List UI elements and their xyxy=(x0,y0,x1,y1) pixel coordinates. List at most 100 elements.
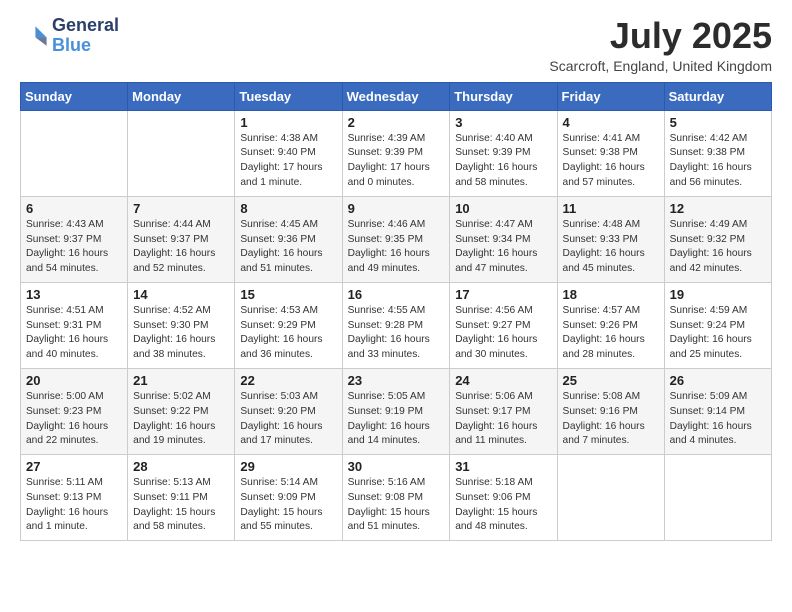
day-content: Sunrise: 5:18 AM Sunset: 9:06 PM Dayligh… xyxy=(455,476,551,535)
day-content: Sunrise: 5:08 AM Sunset: 9:16 PM Dayligh… xyxy=(563,390,659,449)
day-number: 3 xyxy=(455,115,551,130)
day-content: Sunrise: 4:38 AM Sunset: 9:40 PM Dayligh… xyxy=(240,132,336,191)
calendar-cell: 2 Sunrise: 4:39 AM Sunset: 9:39 PM Daylig… xyxy=(342,110,450,196)
calendar-cell: 5Sunrise: 4:42 AM Sunset: 9:38 PM Daylig… xyxy=(664,110,771,196)
calendar-cell: 4Sunrise: 4:41 AM Sunset: 9:38 PM Daylig… xyxy=(557,110,664,196)
day-number: 2 xyxy=(348,115,445,130)
calendar-cell: 26 Sunrise: 5:09 AM Sunset: 9:14 PM Dayli… xyxy=(664,368,771,454)
calendar-cell xyxy=(664,455,771,541)
calendar-cell: 24 Sunrise: 5:06 AM Sunset: 9:17 PM Dayli… xyxy=(450,368,557,454)
calendar-cell: 9Sunrise: 4:46 AM Sunset: 9:35 PM Daylig… xyxy=(342,196,450,282)
calendar-cell: 18Sunrise: 4:57 AM Sunset: 9:26 PM Dayli… xyxy=(557,282,664,368)
day-content: Sunrise: 4:44 AM Sunset: 9:37 PM Dayligh… xyxy=(133,218,229,277)
day-number: 8 xyxy=(240,201,336,216)
day-content: Sunrise: 4:56 AM Sunset: 9:27 PM Dayligh… xyxy=(455,304,551,363)
calendar-cell xyxy=(557,455,664,541)
calendar-cell: 28 Sunrise: 5:13 AM Sunset: 9:11 PM Dayli… xyxy=(128,455,235,541)
day-number: 15 xyxy=(240,287,336,302)
location: Scarcroft, England, United Kingdom xyxy=(549,58,772,74)
day-number: 9 xyxy=(348,201,445,216)
calendar-cell: 27Sunrise: 5:11 AM Sunset: 9:13 PM Dayli… xyxy=(21,455,128,541)
day-number: 18 xyxy=(563,287,659,302)
day-number: 11 xyxy=(563,201,659,216)
day-content: Sunrise: 4:48 AM Sunset: 9:33 PM Dayligh… xyxy=(563,218,659,277)
day-content: Sunrise: 5:00 AM Sunset: 9:23 PM Dayligh… xyxy=(26,390,122,449)
day-content: Sunrise: 4:39 AM Sunset: 9:39 PM Dayligh… xyxy=(348,132,445,191)
day-number: 22 xyxy=(240,373,336,388)
month-title: July 2025 xyxy=(549,16,772,56)
day-content: Sunrise: 4:45 AM Sunset: 9:36 PM Dayligh… xyxy=(240,218,336,277)
calendar-cell: 15 Sunrise: 4:53 AM Sunset: 9:29 PM Dayli… xyxy=(235,282,342,368)
day-content: Sunrise: 4:41 AM Sunset: 9:38 PM Dayligh… xyxy=(563,132,659,191)
day-number: 24 xyxy=(455,373,551,388)
calendar-cell: 20 Sunrise: 5:00 AM Sunset: 9:23 PM Dayli… xyxy=(21,368,128,454)
day-number: 14 xyxy=(133,287,229,302)
col-header-saturday: Saturday xyxy=(664,82,771,110)
day-content: Sunrise: 5:02 AM Sunset: 9:22 PM Dayligh… xyxy=(133,390,229,449)
col-header-friday: Friday xyxy=(557,82,664,110)
calendar-cell: 8 Sunrise: 4:45 AM Sunset: 9:36 PM Daylig… xyxy=(235,196,342,282)
day-number: 20 xyxy=(26,373,122,388)
page: General Blue July 2025 Scarcroft, Englan… xyxy=(0,0,792,561)
day-number: 10 xyxy=(455,201,551,216)
day-content: Sunrise: 5:09 AM Sunset: 9:14 PM Dayligh… xyxy=(670,390,766,449)
calendar-cell: 12 Sunrise: 4:49 AM Sunset: 9:32 PM Dayli… xyxy=(664,196,771,282)
calendar-cell: 16 Sunrise: 4:55 AM Sunset: 9:28 PM Dayli… xyxy=(342,282,450,368)
day-number: 28 xyxy=(133,459,229,474)
calendar-cell: 29 Sunrise: 5:14 AM Sunset: 9:09 PM Dayli… xyxy=(235,455,342,541)
logo-icon xyxy=(20,22,48,50)
calendar-week-row: 13Sunrise: 4:51 AM Sunset: 9:31 PM Dayli… xyxy=(21,282,772,368)
day-number: 7 xyxy=(133,201,229,216)
col-header-tuesday: Tuesday xyxy=(235,82,342,110)
calendar-cell: 17 Sunrise: 4:56 AM Sunset: 9:27 PM Dayli… xyxy=(450,282,557,368)
day-content: Sunrise: 5:05 AM Sunset: 9:19 PM Dayligh… xyxy=(348,390,445,449)
day-content: Sunrise: 4:42 AM Sunset: 9:38 PM Dayligh… xyxy=(670,132,766,191)
logo: General Blue xyxy=(20,16,119,56)
calendar-cell xyxy=(128,110,235,196)
calendar-cell: 22 Sunrise: 5:03 AM Sunset: 9:20 PM Dayli… xyxy=(235,368,342,454)
day-content: Sunrise: 4:47 AM Sunset: 9:34 PM Dayligh… xyxy=(455,218,551,277)
day-number: 12 xyxy=(670,201,766,216)
calendar-cell: 21 Sunrise: 5:02 AM Sunset: 9:22 PM Dayli… xyxy=(128,368,235,454)
header: General Blue July 2025 Scarcroft, Englan… xyxy=(20,16,772,74)
day-number: 21 xyxy=(133,373,229,388)
day-number: 17 xyxy=(455,287,551,302)
col-header-monday: Monday xyxy=(128,82,235,110)
title-block: July 2025 Scarcroft, England, United Kin… xyxy=(549,16,772,74)
day-number: 31 xyxy=(455,459,551,474)
day-number: 27 xyxy=(26,459,122,474)
col-header-wednesday: Wednesday xyxy=(342,82,450,110)
calendar-cell: 31 Sunrise: 5:18 AM Sunset: 9:06 PM Dayli… xyxy=(450,455,557,541)
day-content: Sunrise: 4:53 AM Sunset: 9:29 PM Dayligh… xyxy=(240,304,336,363)
day-number: 19 xyxy=(670,287,766,302)
day-number: 26 xyxy=(670,373,766,388)
day-content: Sunrise: 4:59 AM Sunset: 9:24 PM Dayligh… xyxy=(670,304,766,363)
day-content: Sunrise: 4:49 AM Sunset: 9:32 PM Dayligh… xyxy=(670,218,766,277)
day-content: Sunrise: 4:40 AM Sunset: 9:39 PM Dayligh… xyxy=(455,132,551,191)
calendar-cell: 7 Sunrise: 4:44 AM Sunset: 9:37 PM Daylig… xyxy=(128,196,235,282)
calendar-cell: 14 Sunrise: 4:52 AM Sunset: 9:30 PM Dayli… xyxy=(128,282,235,368)
calendar-cell: 13Sunrise: 4:51 AM Sunset: 9:31 PM Dayli… xyxy=(21,282,128,368)
day-number: 1 xyxy=(240,115,336,130)
day-number: 16 xyxy=(348,287,445,302)
day-content: Sunrise: 4:52 AM Sunset: 9:30 PM Dayligh… xyxy=(133,304,229,363)
day-content: Sunrise: 5:14 AM Sunset: 9:09 PM Dayligh… xyxy=(240,476,336,535)
day-number: 29 xyxy=(240,459,336,474)
calendar-cell: 23Sunrise: 5:05 AM Sunset: 9:19 PM Dayli… xyxy=(342,368,450,454)
calendar-cell: 1 Sunrise: 4:38 AM Sunset: 9:40 PM Daylig… xyxy=(235,110,342,196)
day-content: Sunrise: 5:13 AM Sunset: 9:11 PM Dayligh… xyxy=(133,476,229,535)
day-number: 30 xyxy=(348,459,445,474)
logo-general-text: General xyxy=(52,16,119,36)
calendar-week-row: 1 Sunrise: 4:38 AM Sunset: 9:40 PM Daylig… xyxy=(21,110,772,196)
day-content: Sunrise: 5:16 AM Sunset: 9:08 PM Dayligh… xyxy=(348,476,445,535)
day-content: Sunrise: 5:06 AM Sunset: 9:17 PM Dayligh… xyxy=(455,390,551,449)
calendar-cell: 6Sunrise: 4:43 AM Sunset: 9:37 PM Daylig… xyxy=(21,196,128,282)
calendar-cell: 10 Sunrise: 4:47 AM Sunset: 9:34 PM Dayli… xyxy=(450,196,557,282)
calendar-week-row: 27Sunrise: 5:11 AM Sunset: 9:13 PM Dayli… xyxy=(21,455,772,541)
logo-blue-text: Blue xyxy=(52,36,119,56)
day-content: Sunrise: 4:55 AM Sunset: 9:28 PM Dayligh… xyxy=(348,304,445,363)
day-content: Sunrise: 4:43 AM Sunset: 9:37 PM Dayligh… xyxy=(26,218,122,277)
day-number: 13 xyxy=(26,287,122,302)
day-content: Sunrise: 5:03 AM Sunset: 9:20 PM Dayligh… xyxy=(240,390,336,449)
calendar-cell: 30 Sunrise: 5:16 AM Sunset: 9:08 PM Dayli… xyxy=(342,455,450,541)
